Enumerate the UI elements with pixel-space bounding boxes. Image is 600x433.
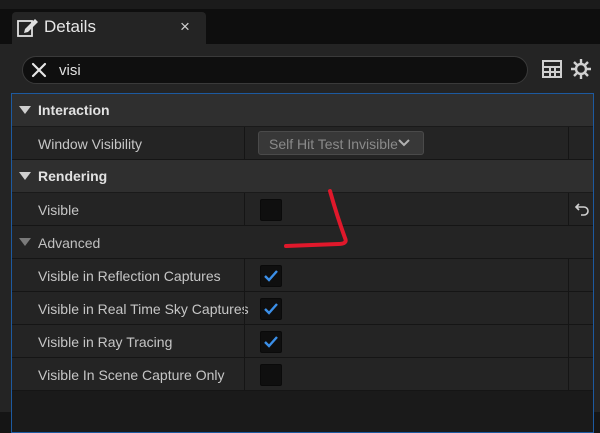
column-divider xyxy=(568,325,569,357)
reset-arrow-icon[interactable] xyxy=(574,201,590,217)
category-rendering[interactable]: Rendering xyxy=(12,160,593,193)
visibility-dropdown[interactable]: Self Hit Test Invisible xyxy=(258,131,424,155)
window-strip xyxy=(0,0,600,9)
top-bar: Details × xyxy=(0,0,600,44)
column-divider xyxy=(568,127,569,159)
tab-details[interactable]: Details × xyxy=(12,12,206,44)
property-label: Window Visibility xyxy=(38,136,142,152)
scene-capture-checkbox[interactable] xyxy=(260,364,282,386)
search-box[interactable] xyxy=(22,56,528,84)
property-label: Visible In Scene Capture Only xyxy=(38,367,225,383)
column-divider xyxy=(568,259,569,291)
column-divider xyxy=(568,358,569,390)
subcategory-advanced[interactable]: Advanced xyxy=(12,226,593,259)
column-divider xyxy=(568,193,569,225)
property-visible-in-ray-tracing: Visible in Ray Tracing xyxy=(12,325,593,358)
property-window-visibility: Window Visibility Self Hit Test Invisibl… xyxy=(12,127,593,160)
details-panel: Interaction Window Visibility Self Hit T… xyxy=(0,44,600,433)
sky-checkbox[interactable] xyxy=(260,298,282,320)
close-icon[interactable]: × xyxy=(180,17,190,37)
tab-title: Details xyxy=(44,17,96,36)
property-label: Visible in Reflection Captures xyxy=(38,268,221,284)
column-divider xyxy=(244,292,245,324)
chevron-down-icon xyxy=(398,139,410,147)
expand-caret-icon[interactable] xyxy=(19,238,31,246)
ray-tracing-checkbox[interactable] xyxy=(260,331,282,353)
category-label: Rendering xyxy=(38,168,108,184)
check-icon xyxy=(264,303,278,315)
column-divider xyxy=(244,193,245,225)
category-label: Interaction xyxy=(38,102,110,118)
subcategory-label: Advanced xyxy=(38,235,101,251)
property-label: Visible in Real Time Sky Captures xyxy=(38,301,249,317)
column-divider xyxy=(568,292,569,324)
clear-search-icon[interactable] xyxy=(30,61,48,79)
property-label: Visible xyxy=(38,202,79,218)
column-divider xyxy=(244,259,245,291)
column-divider xyxy=(244,127,245,159)
property-visible-in-reflection: Visible in Reflection Captures xyxy=(12,259,593,292)
check-icon xyxy=(264,270,278,282)
reflection-checkbox[interactable] xyxy=(260,265,282,287)
pencil-icon xyxy=(17,19,38,37)
column-divider xyxy=(244,325,245,357)
search-input[interactable] xyxy=(59,59,499,81)
property-label: Visible in Ray Tracing xyxy=(38,334,173,350)
visible-checkbox[interactable] xyxy=(260,199,282,221)
expand-caret-icon[interactable] xyxy=(19,106,31,114)
property-visible-in-sky: Visible in Real Time Sky Captures xyxy=(12,292,593,325)
column-divider xyxy=(244,358,245,390)
category-interaction[interactable]: Interaction xyxy=(12,94,593,127)
properties-list: Interaction Window Visibility Self Hit T… xyxy=(11,93,594,433)
dropdown-value: Self Hit Test Invisible xyxy=(269,136,398,152)
table-icon[interactable] xyxy=(541,58,563,80)
gear-icon[interactable] xyxy=(570,58,592,80)
property-visible: Visible xyxy=(12,193,593,226)
expand-caret-icon[interactable] xyxy=(19,172,31,180)
property-visible-in-scene-capture: Visible In Scene Capture Only xyxy=(12,358,593,391)
check-icon xyxy=(264,336,278,348)
